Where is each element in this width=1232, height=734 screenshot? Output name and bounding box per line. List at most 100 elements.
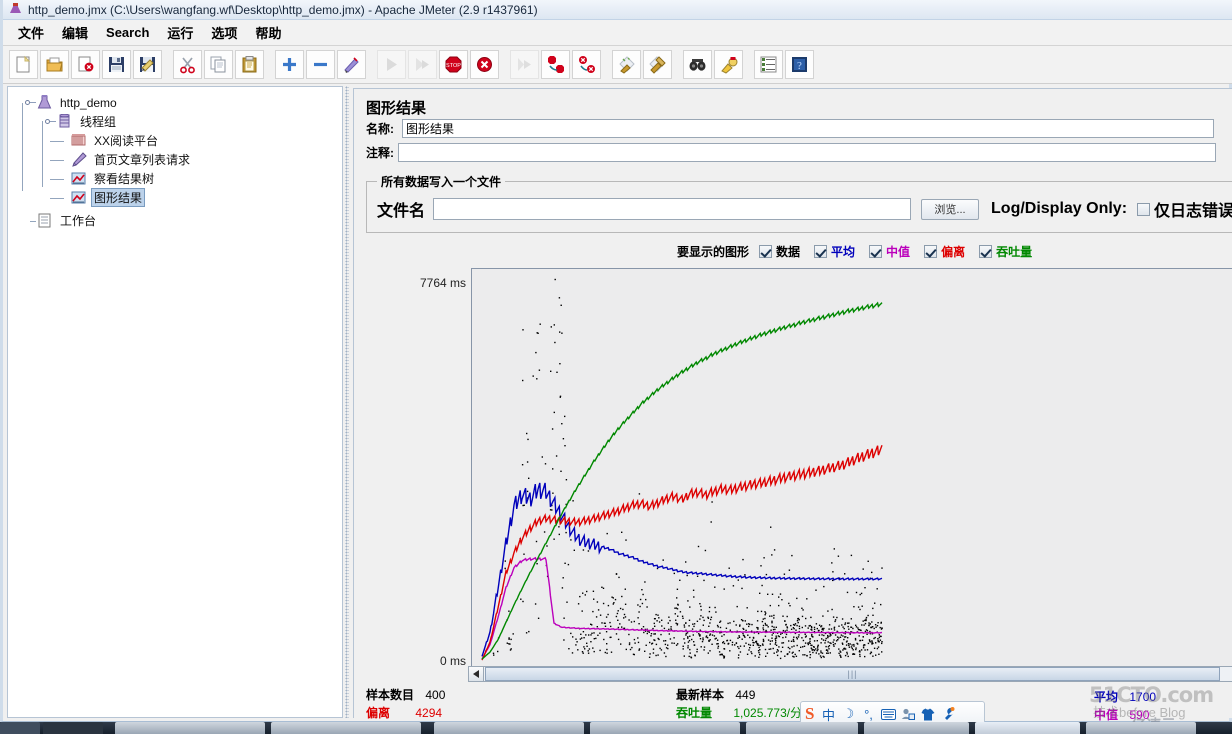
- taskbar-item[interactable]: [115, 722, 265, 734]
- taskbar-item-active[interactable]: [975, 722, 1080, 734]
- menu-file[interactable]: 文件: [9, 20, 53, 45]
- split-divider[interactable]: [343, 86, 352, 718]
- menu-run[interactable]: 运行: [158, 20, 202, 45]
- window-frame: http_demo.jmx (C:\Users\wangfang.wf\Desk…: [0, 0, 1232, 734]
- graph-plot[interactable]: [471, 268, 1232, 668]
- clear-all-icon[interactable]: [643, 50, 672, 79]
- y-axis-min-label: 0 ms: [439, 654, 466, 668]
- legend-deviation-label: 偏离: [941, 245, 966, 259]
- collapse-all-icon[interactable]: [306, 50, 335, 79]
- log-display-only-label: Log/Display Only:: [991, 200, 1128, 217]
- legend-data-checkbox[interactable]: [759, 245, 773, 258]
- view-results-tree-icon: [70, 171, 87, 186]
- tree-node-http-demo[interactable]: http_demo: [16, 93, 342, 112]
- ime-punctuation-icon[interactable]: °,: [858, 704, 878, 724]
- taskbar-item[interactable]: [1086, 722, 1196, 734]
- shutdown-icon[interactable]: [470, 50, 499, 79]
- stat-throughput-value: 1,025.773/分: [733, 706, 803, 720]
- start-no-pause-icon[interactable]: [408, 50, 437, 79]
- test-plan-tree[interactable]: http_demo 线程组 XX阅读平台 首页文章列表请求 察看结果树 图形结果…: [7, 86, 343, 718]
- paste-icon[interactable]: [235, 50, 264, 79]
- ime-toolbox-icon[interactable]: [938, 704, 958, 724]
- sogou-logo-icon[interactable]: S: [805, 704, 814, 724]
- ime-moon-icon[interactable]: ☽: [838, 704, 858, 724]
- tree-node-graph-results[interactable]: 图形结果: [16, 188, 342, 207]
- ime-skin-icon[interactable]: [918, 704, 938, 724]
- menu-help[interactable]: 帮助: [246, 20, 290, 45]
- remote-shutdown-icon[interactable]: [572, 50, 601, 79]
- http-defaults-icon: [70, 133, 87, 148]
- legend-average[interactable]: 平均: [814, 243, 855, 260]
- tree-node-label: 首页文章列表请求: [94, 153, 191, 167]
- legend-title: 要显示的图形: [677, 245, 750, 259]
- stop-icon[interactable]: STOP: [439, 50, 468, 79]
- legend-average-checkbox[interactable]: [814, 245, 828, 258]
- name-label: 名称:: [366, 122, 394, 136]
- tree-root: http_demo 线程组 XX阅读平台 首页文章列表请求 察看结果树 图形结果…: [8, 87, 342, 230]
- taskbar-item[interactable]: [434, 722, 584, 734]
- stat-throughput: 吞吐量 1,025.773/分: [676, 704, 802, 721]
- legend-throughput[interactable]: 吞吐量: [979, 243, 1032, 260]
- tree-node-http-defaults[interactable]: XX阅读平台: [16, 131, 342, 150]
- expand-all-icon[interactable]: [275, 50, 304, 79]
- taskbar-item[interactable]: [271, 722, 421, 734]
- stat-latest-sample-key: 最新样本: [676, 688, 725, 702]
- copy-icon[interactable]: [204, 50, 233, 79]
- help-icon[interactable]: ?: [785, 50, 814, 79]
- comment-input[interactable]: [398, 143, 1216, 162]
- close-icon[interactable]: [71, 50, 100, 79]
- open-icon[interactable]: [40, 50, 69, 79]
- scroll-left-arrow-icon[interactable]: [469, 667, 484, 681]
- errors-only-checkbox[interactable]: [1137, 202, 1151, 216]
- filename-input[interactable]: [433, 198, 912, 220]
- expander-icon[interactable]: [43, 115, 56, 128]
- ime-user-dict-icon[interactable]: [898, 704, 918, 724]
- scrollbar-thumb[interactable]: |||: [485, 667, 1220, 681]
- start-icon[interactable]: [377, 50, 406, 79]
- toggle-icon[interactable]: [337, 50, 366, 79]
- tree-node-view-results-tree[interactable]: 察看结果树: [16, 169, 342, 188]
- legend-median-checkbox[interactable]: [869, 245, 883, 258]
- graph-horizontal-scrollbar[interactable]: |||: [468, 666, 1232, 682]
- tree-node-http-request[interactable]: 首页文章列表请求: [16, 150, 342, 169]
- stat-deviation: 偏离 4294: [366, 704, 442, 721]
- tree-node-thread-group[interactable]: 线程组: [16, 112, 342, 131]
- menu-search[interactable]: Search: [97, 22, 158, 43]
- menu-edit[interactable]: 编辑: [53, 20, 97, 45]
- stat-median-value: 590: [1129, 708, 1150, 722]
- save-as-icon[interactable]: [133, 50, 162, 79]
- function-helper-icon[interactable]: [754, 50, 783, 79]
- browse-button[interactable]: 浏览...: [921, 198, 980, 220]
- stat-median: 中值 590: [1094, 706, 1149, 723]
- clear-icon[interactable]: [612, 50, 641, 79]
- search-reset-icon[interactable]: [714, 50, 743, 79]
- legend-deviation-checkbox[interactable]: [924, 245, 938, 258]
- stat-average-key: 平均: [1094, 690, 1119, 704]
- ime-soft-keyboard-icon[interactable]: [878, 704, 898, 724]
- cut-icon[interactable]: [173, 50, 202, 79]
- legend-throughput-checkbox[interactable]: [979, 245, 993, 258]
- taskbar-item[interactable]: [746, 722, 858, 734]
- windows-taskbar[interactable]: [0, 722, 1232, 734]
- tree-node-workbench[interactable]: 工作台: [16, 211, 342, 230]
- search-icon[interactable]: [683, 50, 712, 79]
- tool-bar: STOP ?: [3, 46, 1232, 84]
- remote-start-icon[interactable]: [510, 50, 539, 79]
- expander-icon[interactable]: [23, 96, 36, 109]
- ime-chinese-mode-icon[interactable]: 中: [818, 704, 838, 724]
- taskbar-start-button[interactable]: [0, 722, 40, 734]
- taskbar-item[interactable]: [864, 722, 969, 734]
- name-input[interactable]: [402, 119, 1214, 138]
- new-icon[interactable]: [9, 50, 38, 79]
- write-all-data-group: 所有数据写入一个文件 文件名 浏览... Log/Display Only: 仅…: [366, 173, 1232, 233]
- taskbar-item[interactable]: [590, 722, 740, 734]
- taskbar-quicklaunch[interactable]: [43, 722, 103, 734]
- legend-median[interactable]: 中值: [869, 243, 910, 260]
- legend-data[interactable]: 数据: [759, 243, 800, 260]
- graph-legend: 要显示的图形 数据 平均 中值 偏离 吞吐量: [677, 243, 1046, 260]
- menu-options[interactable]: 选项: [202, 20, 246, 45]
- thread-group-icon: [56, 113, 73, 129]
- legend-deviation[interactable]: 偏离: [924, 243, 965, 260]
- save-icon[interactable]: [102, 50, 131, 79]
- remote-stop-icon[interactable]: [541, 50, 570, 79]
